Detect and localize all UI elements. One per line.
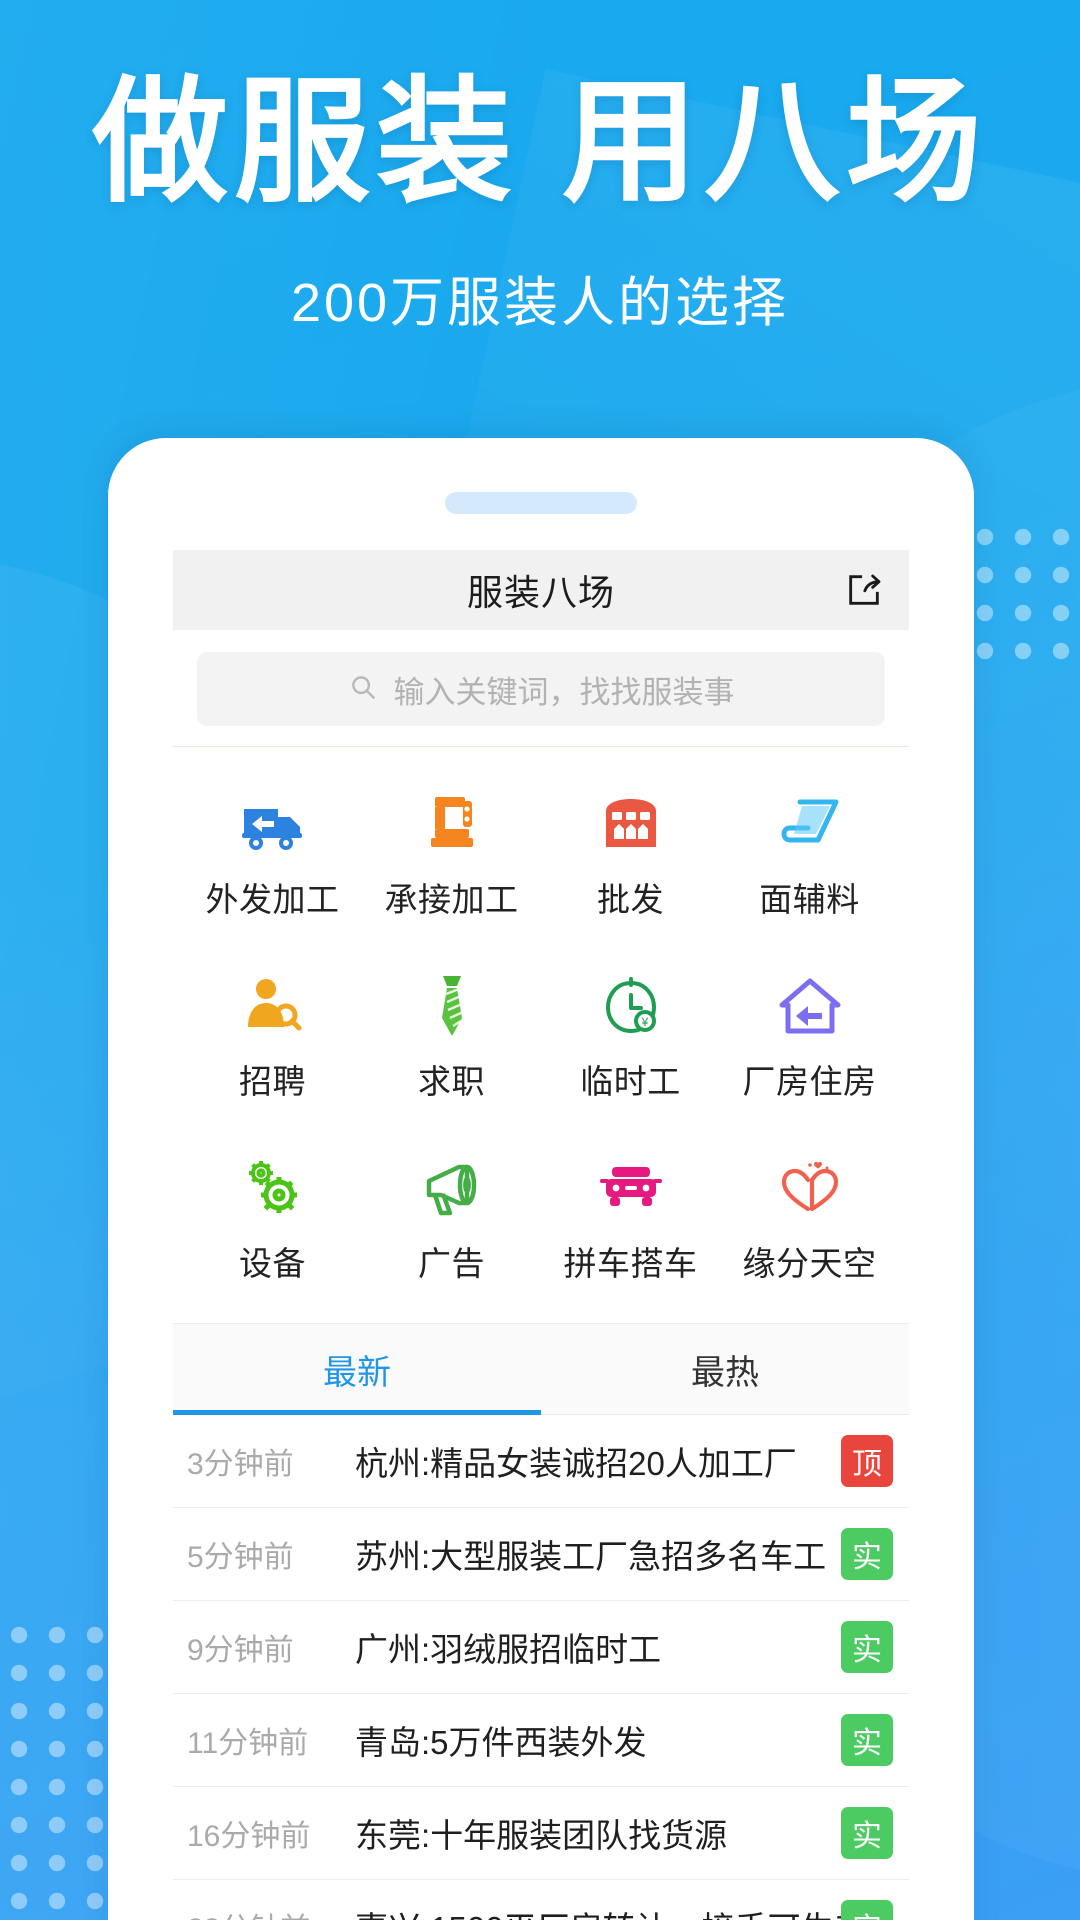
table-row[interactable]: 9分钟前 广州:羽绒服招临时工 实: [173, 1601, 909, 1694]
category-label: 广告: [418, 1245, 485, 1282]
category-item-pifa[interactable]: 批发: [541, 765, 720, 947]
post-list: 3分钟前 杭州:精品女装诚招20人加工厂 顶 5分钟前 苏州:大型服装工厂急招多…: [173, 1415, 909, 1920]
status-badge: 顶: [841, 1435, 893, 1487]
post-title: 东莞:十年服装团队找货源: [355, 1817, 728, 1854]
table-row[interactable]: 16分钟前 东莞:十年服装团队找货源 实: [173, 1787, 909, 1880]
car-icon: [541, 1151, 720, 1225]
category-label: 设备: [239, 1245, 306, 1282]
hero-subtitle: 200万服装人的选择: [290, 273, 790, 334]
status-badge: 实: [841, 1714, 893, 1766]
warehouse-icon: [541, 787, 720, 861]
category-label: 面辅料: [759, 881, 860, 918]
search-input[interactable]: 输入关键词，找找服装事: [197, 652, 885, 726]
recruiter-icon: [183, 969, 362, 1043]
fabric-icon: [720, 787, 899, 861]
sewing-machine-icon: [362, 787, 541, 861]
hero-title: 做服装 用八场: [92, 66, 988, 218]
category-label: 外发加工: [205, 881, 340, 918]
category-item-zhaopin[interactable]: 招聘: [183, 947, 362, 1129]
feed-tabs: 最新 最热: [173, 1323, 909, 1415]
category-label: 求职: [418, 1063, 485, 1100]
tab-latest[interactable]: 最新: [173, 1324, 541, 1415]
post-title: 青岛:5万件西装外发: [355, 1724, 647, 1761]
page-title: 服装八场: [466, 572, 615, 613]
search-placeholder: 输入关键词，找找服装事: [393, 674, 735, 710]
post-time: 9分钟前: [187, 1634, 294, 1667]
category-item-mianfuliao[interactable]: 面辅料: [720, 765, 899, 947]
category-item-linshigong[interactable]: ¥ 临时工: [541, 947, 720, 1129]
category-label: 承接加工: [384, 881, 519, 918]
house-arrow-icon: [720, 969, 899, 1043]
category-item-shebei[interactable]: 设备: [183, 1129, 362, 1311]
category-label: 缘分天空: [742, 1245, 877, 1282]
category-item-chengjiejiagong[interactable]: 承接加工: [362, 765, 541, 947]
app-screen: 服装八场 输入关键词，找找服装事 外发加工 承接加工 批发 面辅料 招聘 求职 …: [173, 550, 909, 1920]
megaphone-icon: [362, 1151, 541, 1225]
table-row[interactable]: 3分钟前 杭州:精品女装诚招20人加工厂 顶: [173, 1415, 909, 1508]
gears-icon: [183, 1151, 362, 1225]
svg-text:¥: ¥: [640, 1015, 648, 1029]
phone-mockup: 服装八场 输入关键词，找找服装事 外发加工 承接加工 批发 面辅料 招聘 求职 …: [108, 438, 974, 1920]
hero-section: 做服装 用八场 200万服装人的选择: [0, 0, 1080, 337]
tab-hottest[interactable]: 最热: [541, 1324, 909, 1414]
category-item-changfangzhufang[interactable]: 厂房住房: [720, 947, 899, 1129]
category-grid: 外发加工 承接加工 批发 面辅料 招聘 求职 ¥ 临时工 厂房住房 设备 广告 …: [173, 746, 909, 1323]
table-row[interactable]: 11分钟前 青岛:5万件西装外发 实: [173, 1694, 909, 1787]
phone-speaker: [445, 492, 637, 514]
category-item-pinchedache[interactable]: 拼车搭车: [541, 1129, 720, 1311]
status-badge: 实: [841, 1807, 893, 1859]
table-row[interactable]: 5分钟前 苏州:大型服装工厂急招多名车工 实: [173, 1508, 909, 1601]
category-item-guanggao[interactable]: 广告: [362, 1129, 541, 1311]
post-time: 3分钟前: [187, 1448, 294, 1481]
necktie-icon: [362, 969, 541, 1043]
share-icon[interactable]: [841, 567, 887, 613]
category-label: 拼车搭车: [563, 1245, 698, 1282]
search-section: 输入关键词，找找服装事: [173, 630, 909, 746]
category-item-qiuzhi[interactable]: 求职: [362, 947, 541, 1129]
category-item-yuanfentiankong[interactable]: 缘分天空: [720, 1129, 899, 1311]
post-title: 嘉兴:1500平厂房转让，接手可生产: [355, 1902, 841, 1920]
app-titlebar: 服装八场: [173, 550, 909, 630]
category-row-2: 招聘 求职 ¥ 临时工 厂房住房: [183, 947, 899, 1129]
post-time: 16分钟前: [187, 1820, 311, 1853]
search-icon: [348, 672, 378, 707]
category-row-3: 设备 广告 拼车搭车 缘分天空: [183, 1129, 899, 1311]
category-label: 厂房住房: [742, 1063, 877, 1100]
clock-coin-icon: ¥: [541, 969, 720, 1043]
post-time: 11分钟前: [187, 1727, 309, 1760]
status-badge: 实: [841, 1900, 893, 1920]
category-item-waifajiagong[interactable]: 外发加工: [183, 765, 362, 947]
category-label: 临时工: [580, 1063, 681, 1100]
post-time: 28分钟前: [187, 1904, 355, 1920]
dot-pattern-bottom-left: [0, 1616, 114, 1920]
table-row[interactable]: 28分钟前 嘉兴:1500平厂房转让，接手可生产 实: [173, 1880, 909, 1920]
category-label: 批发: [597, 881, 664, 918]
status-badge: 实: [841, 1621, 893, 1673]
hearts-icon: [720, 1151, 899, 1225]
category-label: 招聘: [239, 1063, 306, 1100]
post-title: 苏州:大型服装工厂急招多名车工: [355, 1538, 827, 1575]
status-badge: 实: [841, 1528, 893, 1580]
post-title: 杭州:精品女装诚招20人加工厂: [355, 1445, 797, 1482]
category-row-1: 外发加工 承接加工 批发 面辅料: [183, 765, 899, 947]
truck-icon: [183, 787, 362, 861]
post-time: 5分钟前: [187, 1541, 294, 1574]
post-title: 广州:羽绒服招临时工: [355, 1631, 662, 1668]
